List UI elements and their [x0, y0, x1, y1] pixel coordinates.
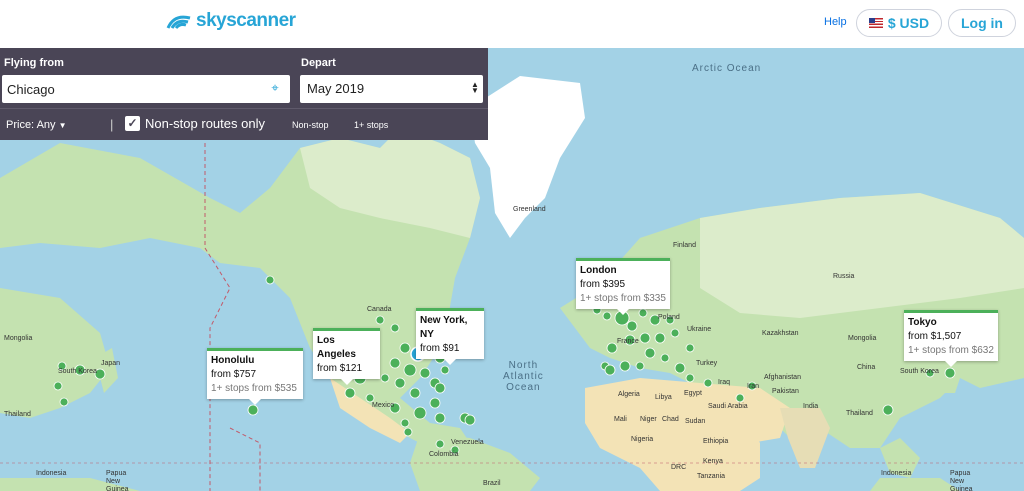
- price-filter-dropdown[interactable]: Price: Any ▼: [6, 119, 67, 131]
- place-label: Indonesia: [36, 470, 67, 477]
- ocean-label: Arctic Ocean: [692, 63, 762, 74]
- destination-popup-los-angeles[interactable]: Los Angeles from $121: [313, 328, 380, 385]
- place-label: Afghanistan: [764, 374, 801, 381]
- place-label: Finland: [673, 242, 696, 249]
- popup-price: from $121: [317, 363, 363, 374]
- place-label: Mexico: [372, 402, 395, 409]
- place-label: South Korea: [900, 368, 939, 375]
- tab-non-stop[interactable]: Non-stop: [292, 120, 329, 130]
- place-label: Venezuela: [451, 439, 484, 446]
- ocean-label: North Atlantic Ocean: [503, 360, 544, 393]
- place-label: Poland: [658, 314, 680, 321]
- place-label: Mali: [614, 416, 627, 423]
- place-label: India: [803, 403, 819, 410]
- place-label: Papua New Guinea: [950, 470, 973, 491]
- popup-city: London: [580, 265, 617, 276]
- place-label: Turkey: [696, 360, 718, 367]
- popup-stops: 1+ stops from $632: [908, 345, 994, 356]
- place-label: Papua New Guinea: [106, 470, 129, 491]
- place-label: Chad: [662, 416, 679, 423]
- destination-popup-london[interactable]: London from $395 1+ stops from $335: [576, 258, 670, 315]
- place-label: South Korea: [58, 368, 97, 375]
- popup-price: from $395: [580, 279, 626, 290]
- place-label: Nigeria: [631, 436, 654, 443]
- place-label: DRC: [671, 464, 687, 471]
- chevron-down-icon: ▼: [58, 121, 67, 130]
- popup-city: Honolulu: [211, 355, 255, 366]
- locate-icon[interactable]: ⌖: [268, 81, 282, 95]
- tab-one-plus-stops[interactable]: 1+ stops: [354, 120, 388, 130]
- depart-select[interactable]: May 2019: [300, 75, 483, 103]
- popup-price: from $757: [211, 369, 257, 380]
- depart-label: Depart: [301, 57, 336, 69]
- popup-city: Los Angeles: [317, 335, 356, 360]
- select-updown-icon: ▲ ▼: [471, 80, 479, 95]
- popup-price: from $91: [420, 343, 460, 354]
- place-label: Brazil: [483, 480, 501, 487]
- place-label: Kazakhstan: [762, 330, 799, 337]
- place-label: Mongolia: [4, 335, 33, 342]
- destination-popup-tokyo[interactable]: Tokyo from $1,507 1+ stops from $632: [904, 310, 998, 367]
- place-label: China: [857, 364, 876, 371]
- place-label: Ethiopia: [703, 438, 729, 445]
- place-label: Thailand: [4, 411, 31, 418]
- place-label: Iran: [747, 383, 760, 390]
- popup-stops: 1+ stops from $335: [580, 293, 666, 304]
- filter-separator: |: [110, 117, 114, 132]
- popup-city: New York, NY: [420, 315, 468, 340]
- top-header: skyscanner Help $ USD Log in: [0, 0, 1024, 48]
- logo-icon: [166, 15, 191, 29]
- logo-text: skyscanner: [196, 10, 296, 31]
- nonstop-checkbox[interactable]: ✓: [125, 116, 140, 131]
- flying-from-label: Flying from: [4, 57, 64, 69]
- login-button[interactable]: Log in: [948, 9, 1016, 37]
- destination-popup-honolulu[interactable]: Honolulu from $757 1+ stops from $535: [207, 348, 303, 405]
- destination-popup-new-york[interactable]: New York, NY from $91: [416, 308, 484, 365]
- place-label: Canada: [367, 306, 392, 313]
- place-label: Tanzania: [697, 473, 726, 480]
- place-label: Greenland: [513, 206, 546, 213]
- place-label: Niger: [640, 416, 657, 423]
- popup-city: Tokyo: [908, 317, 937, 328]
- place-label: Kenya: [703, 458, 723, 465]
- popup-price: from $1,507: [908, 331, 962, 342]
- panel-divider: [0, 108, 488, 109]
- currency-label: $ USD: [887, 15, 930, 31]
- place-label: Iraq: [718, 379, 731, 386]
- help-link[interactable]: Help: [824, 16, 847, 28]
- price-filter-label: Price: Any: [6, 119, 56, 131]
- place-label: Libya: [655, 394, 672, 401]
- skyscanner-logo[interactable]: skyscanner: [166, 10, 296, 32]
- place-label: Egypt: [684, 390, 702, 397]
- popup-stops: 1+ stops from $535: [211, 383, 297, 394]
- flying-from-input[interactable]: [2, 75, 290, 103]
- currency-button[interactable]: $ USD: [856, 9, 942, 37]
- place-label: Algeria: [618, 391, 640, 398]
- place-label: Ukraine: [687, 326, 712, 333]
- place-label: Indonesia: [881, 470, 912, 477]
- place-label: Pakistan: [772, 388, 799, 395]
- place-label: Thailand: [846, 410, 873, 417]
- place-label: France: [617, 338, 639, 345]
- place-label: Sudan: [685, 418, 706, 425]
- place-label: Russia: [833, 273, 855, 280]
- place-label: Japan: [101, 360, 121, 367]
- nonstop-toggle-label[interactable]: Non-stop routes only: [145, 116, 265, 131]
- place-label: Mongolia: [848, 335, 877, 342]
- place-label: Saudi Arabia: [708, 403, 748, 410]
- us-flag-icon: [868, 18, 883, 28]
- place-label: Colombia: [429, 451, 459, 458]
